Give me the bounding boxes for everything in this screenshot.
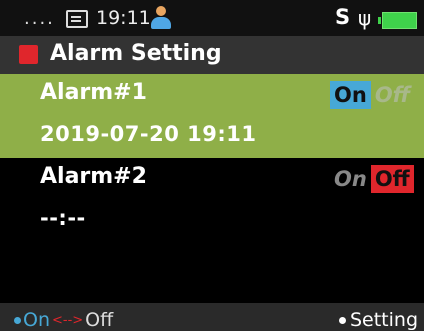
page-title: Alarm Setting	[50, 41, 222, 66]
alarm-1-on-option[interactable]: On	[330, 81, 371, 109]
alarm-1-row[interactable]: Alarm#1 On Off	[0, 74, 424, 116]
alarm-2-on-option[interactable]: On	[330, 165, 371, 193]
clock-time: 19:11	[96, 7, 151, 29]
alarm-1-label: Alarm#1	[40, 80, 147, 105]
alarm-2-label: Alarm#2	[40, 164, 147, 189]
alarm-2-time: --:--	[40, 206, 86, 230]
alarm-2-row[interactable]: Alarm#2 On Off	[0, 158, 424, 200]
softkey-bar: On <--> Off Setting	[0, 303, 424, 331]
status-bar: .... 19:11 S ψ	[0, 0, 424, 36]
usb-icon: ψ	[358, 6, 372, 30]
alarm-2-toggle[interactable]: On Off	[330, 165, 414, 193]
right-softkey[interactable]: Setting	[338, 309, 418, 331]
left-softkey[interactable]: On <--> Off	[14, 309, 113, 331]
title-bar: Alarm Setting	[0, 36, 424, 74]
softkey-off-label: Off	[85, 309, 114, 331]
battery-icon	[378, 12, 417, 29]
alarm-2-time-row[interactable]: --:--	[0, 200, 424, 242]
alarm-1-time: 2019-07-20 19:11	[40, 122, 257, 146]
s-indicator: S	[335, 5, 351, 29]
alarm-1-toggle[interactable]: On Off	[330, 81, 414, 109]
person-icon	[150, 6, 172, 30]
softkey-on-label: On	[23, 309, 50, 331]
bullet-icon	[14, 316, 21, 324]
alarm-screen: .... 19:11 S ψ Alarm Setting Alarm#1 On …	[0, 0, 424, 331]
red-square-icon	[19, 45, 38, 64]
alarm-2-off-option[interactable]: Off	[370, 165, 414, 193]
message-icon	[66, 10, 88, 28]
bullet-icon	[338, 316, 346, 324]
alarm-1-off-option[interactable]: Off	[371, 81, 414, 109]
softkey-setting-label: Setting	[349, 309, 418, 331]
double-arrow-icon: <-->	[52, 312, 84, 328]
signal-dots: ....	[24, 8, 55, 29]
alarm-1-time-row[interactable]: 2019-07-20 19:11	[0, 116, 424, 158]
